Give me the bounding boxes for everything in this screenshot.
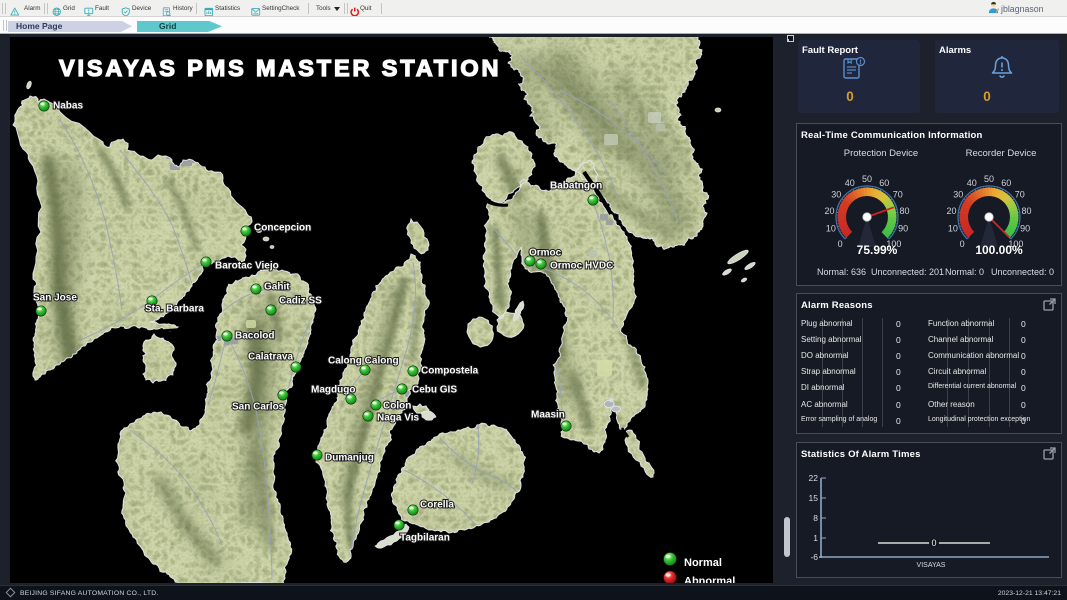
svg-text:Naga Vis: Naga Vis <box>377 413 419 424</box>
svg-text:San Jose: San Jose <box>33 293 77 304</box>
svg-text:90: 90 <box>1020 224 1030 234</box>
svg-text:50: 50 <box>984 174 994 184</box>
svg-text:40: 40 <box>967 178 977 188</box>
svg-text:70: 70 <box>893 190 903 200</box>
svg-text:Concepcion: Concepcion <box>254 223 311 234</box>
svg-text:Tagbilaran: Tagbilaran <box>400 533 450 544</box>
svg-text:Protection Device: Protection Device <box>844 148 918 159</box>
svg-text:60: 60 <box>1001 178 1011 188</box>
svg-text:0: 0 <box>931 538 936 548</box>
svg-text:80: 80 <box>899 206 909 216</box>
svg-text:Dumanjug: Dumanjug <box>325 453 374 464</box>
svg-text:100.00%: 100.00% <box>975 243 1023 257</box>
svg-text:Normal: 0: Normal: 0 <box>945 267 984 277</box>
svg-text:20: 20 <box>824 206 834 216</box>
svg-text:Compostela: Compostela <box>421 366 479 377</box>
svg-text:Sta. Barbara: Sta. Barbara <box>145 304 204 315</box>
svg-text:Recorder Device: Recorder Device <box>966 148 1037 159</box>
svg-text:0: 0 <box>960 239 965 249</box>
svg-text:Abnormal: Abnormal <box>684 576 735 584</box>
svg-text:10: 10 <box>948 224 958 234</box>
svg-text:Maasin: Maasin <box>531 410 565 421</box>
svg-text:50: 50 <box>862 174 872 184</box>
svg-text:22: 22 <box>809 473 819 483</box>
svg-text:Ormoc HVDC: Ormoc HVDC <box>550 261 613 272</box>
svg-text:8: 8 <box>813 513 818 523</box>
svg-text:Normal: 636: Normal: 636 <box>817 267 866 277</box>
svg-text:Nabas: Nabas <box>53 101 83 112</box>
svg-text:40: 40 <box>845 178 855 188</box>
svg-text:Barotac Viejo: Barotac Viejo <box>215 261 279 272</box>
svg-text:Cebu GIS: Cebu GIS <box>412 385 457 396</box>
svg-text:Cadiz SS: Cadiz SS <box>279 296 322 307</box>
svg-text:90: 90 <box>898 224 908 234</box>
svg-text:Bacolod: Bacolod <box>235 331 274 342</box>
svg-text:Normal: Normal <box>684 557 722 569</box>
svg-text:30: 30 <box>831 190 841 200</box>
svg-text:30: 30 <box>953 190 963 200</box>
svg-text:Ormoc: Ormoc <box>529 248 562 259</box>
svg-text:Corella: Corella <box>420 500 454 511</box>
svg-text:80: 80 <box>1021 206 1031 216</box>
svg-text:Calong Calong: Calong Calong <box>328 356 399 367</box>
svg-text:75.99%: 75.99% <box>857 243 898 257</box>
svg-text:Magdugo: Magdugo <box>311 385 355 396</box>
svg-text:Unconnected: 0: Unconnected: 0 <box>991 267 1054 277</box>
svg-text:15: 15 <box>809 493 819 503</box>
svg-text:Colon: Colon <box>383 401 411 412</box>
svg-text:VISAYAS: VISAYAS <box>917 562 946 569</box>
svg-text:Calatrava: Calatrava <box>248 352 293 363</box>
svg-text:San Carlos: San Carlos <box>232 402 285 413</box>
svg-text:70: 70 <box>1015 190 1025 200</box>
svg-text:VISAYAS PMS MASTER STATION: VISAYAS PMS MASTER STATION <box>59 55 501 81</box>
svg-text:Gahit: Gahit <box>264 282 290 293</box>
svg-text:20: 20 <box>946 206 956 216</box>
svg-text:0: 0 <box>838 239 843 249</box>
svg-text:-6: -6 <box>810 552 818 562</box>
svg-text:Unconnected: 201: Unconnected: 201 <box>871 267 944 277</box>
svg-text:Babatngon: Babatngon <box>550 181 602 192</box>
svg-text:10: 10 <box>826 224 836 234</box>
svg-text:60: 60 <box>879 178 889 188</box>
svg-text:1: 1 <box>813 533 818 543</box>
